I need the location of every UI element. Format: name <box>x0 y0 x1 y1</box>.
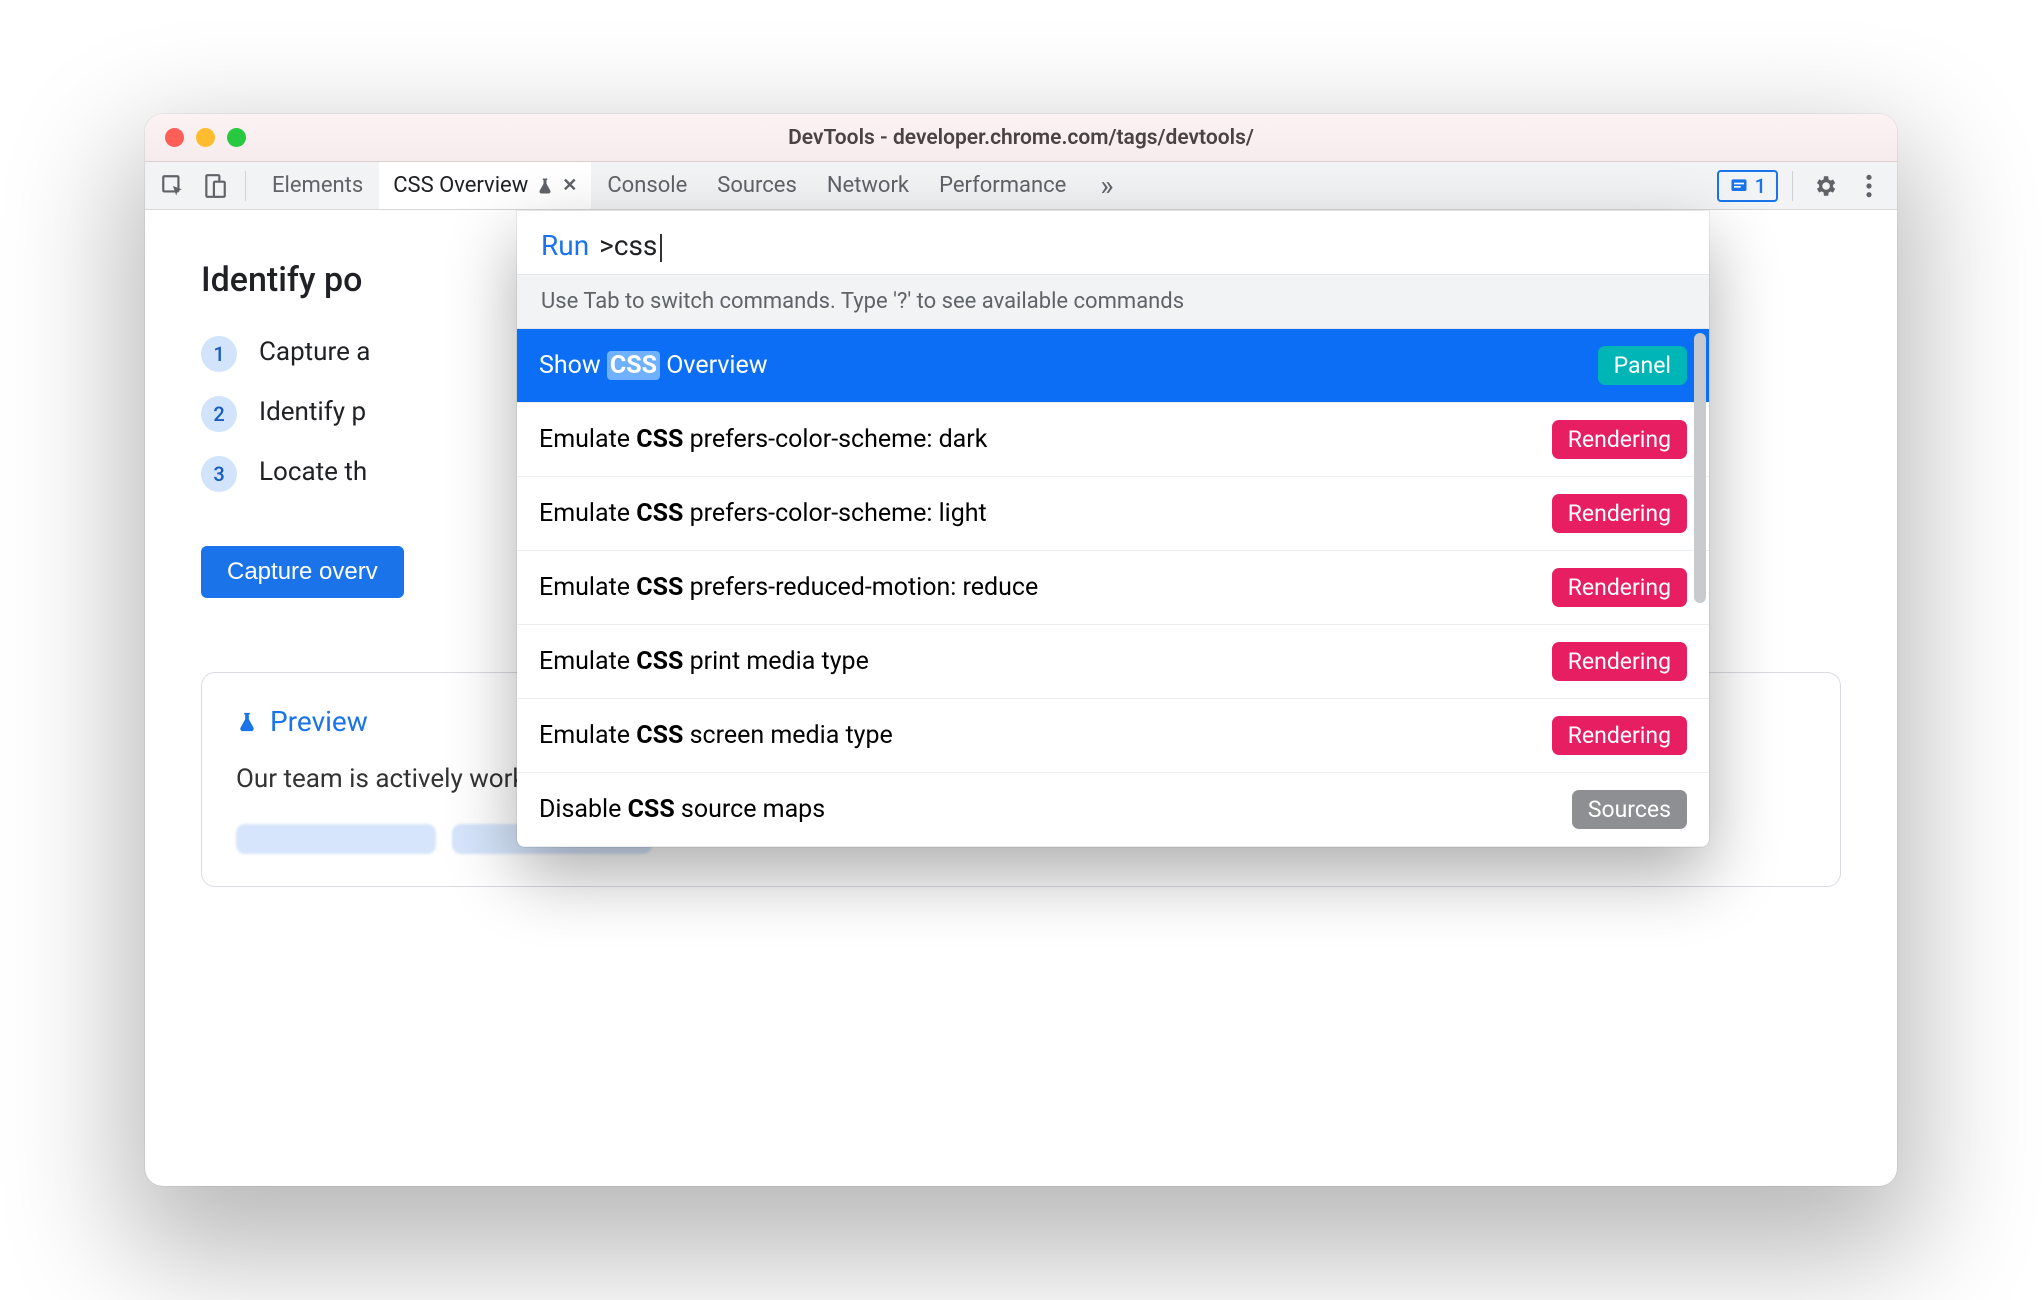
command-result-badge: Rendering <box>1552 716 1687 755</box>
command-result-text: Show CSS Overview <box>539 351 768 380</box>
flask-icon <box>236 709 258 735</box>
command-menu: Run >css Use Tab to switch commands. Typ… <box>517 211 1709 847</box>
tab-css-overview[interactable]: CSS Overview ✕ <box>379 162 591 209</box>
window-fullscreen-button[interactable] <box>227 128 246 147</box>
command-result-badge: Rendering <box>1552 494 1687 533</box>
command-result-badge: Sources <box>1572 790 1687 829</box>
step-number: 3 <box>201 456 237 492</box>
tab-network[interactable]: Network <box>813 162 923 209</box>
command-result-badge: Panel <box>1598 346 1687 385</box>
tab-console[interactable]: Console <box>593 162 701 209</box>
window-close-button[interactable] <box>165 128 184 147</box>
command-results: Show CSS Overview Panel Emulate CSS prefer… <box>517 329 1709 847</box>
step-text: Locate th <box>259 454 367 492</box>
toolbar-separator <box>1792 171 1793 201</box>
command-result-text: Emulate CSS screen media type <box>539 721 893 750</box>
tabs-overflow-button[interactable]: » <box>1086 169 1127 202</box>
command-result-text: Emulate CSS prefers-color-scheme: light <box>539 499 987 528</box>
close-icon[interactable]: ✕ <box>562 175 577 196</box>
tab-performance[interactable]: Performance <box>925 162 1080 209</box>
devtools-window: DevTools - developer.chrome.com/tags/dev… <box>145 114 1897 1186</box>
tab-sources[interactable]: Sources <box>703 162 811 209</box>
command-result-text: Emulate CSS prefers-reduced-motion: redu… <box>539 573 1038 602</box>
capture-overview-button[interactable]: Capture overv <box>201 546 404 598</box>
devtools-toolbar: Elements CSS Overview ✕ Console Sources … <box>145 162 1897 210</box>
settings-icon[interactable] <box>1807 168 1843 204</box>
flask-icon <box>536 176 554 196</box>
run-label: Run <box>541 229 589 262</box>
command-result-badge: Rendering <box>1552 420 1687 459</box>
command-hint: Use Tab to switch commands. Type '?' to … <box>517 274 1709 329</box>
scrollbar-thumb[interactable] <box>1694 333 1706 603</box>
traffic-lights <box>145 128 246 147</box>
command-result-text: Disable CSS source maps <box>539 795 825 824</box>
command-result-row[interactable]: Emulate CSS prefers-color-scheme: light R… <box>517 477 1709 551</box>
issues-button[interactable]: 1 <box>1717 170 1778 202</box>
step-text: Capture a <box>259 334 370 372</box>
tab-label: CSS Overview <box>393 173 528 198</box>
step-number: 1 <box>201 336 237 372</box>
command-result-row[interactable]: Emulate CSS screen media type Rendering <box>517 699 1709 773</box>
command-result-row[interactable]: Disable CSS source maps Sources <box>517 773 1709 847</box>
toolbar-separator <box>245 171 246 201</box>
tab-label: Console <box>607 173 687 198</box>
command-result-badge: Rendering <box>1552 642 1687 681</box>
tab-elements[interactable]: Elements <box>258 162 377 209</box>
command-result-row[interactable]: Show CSS Overview Panel <box>517 329 1709 403</box>
tab-label: Performance <box>939 173 1066 198</box>
issues-icon <box>1729 176 1749 196</box>
more-icon[interactable] <box>1851 168 1887 204</box>
window-minimize-button[interactable] <box>196 128 215 147</box>
tab-label: Sources <box>717 173 797 198</box>
command-result-row[interactable]: Emulate CSS print media type Rendering <box>517 625 1709 699</box>
text-caret <box>660 234 662 262</box>
command-result-row[interactable]: Emulate CSS prefers-reduced-motion: redu… <box>517 551 1709 625</box>
command-result-badge: Rendering <box>1552 568 1687 607</box>
command-query: >css <box>599 229 662 262</box>
command-result-row[interactable]: Emulate CSS prefers-color-scheme: dark Re… <box>517 403 1709 477</box>
tab-label: Network <box>827 173 909 198</box>
inspect-element-icon[interactable] <box>155 168 191 204</box>
issues-count: 1 <box>1755 174 1766 198</box>
step-number: 2 <box>201 396 237 432</box>
window-title: DevTools - developer.chrome.com/tags/dev… <box>145 126 1897 150</box>
command-result-text: Emulate CSS print media type <box>539 647 869 676</box>
tab-label: Elements <box>272 173 363 198</box>
device-toggle-icon[interactable] <box>197 168 233 204</box>
devtools-tabs: Elements CSS Overview ✕ Console Sources … <box>258 162 1080 209</box>
preview-label: Preview <box>270 705 368 738</box>
command-result-text: Emulate CSS prefers-color-scheme: dark <box>539 425 987 454</box>
titlebar: DevTools - developer.chrome.com/tags/dev… <box>145 114 1897 162</box>
command-input-row[interactable]: Run >css <box>517 211 1709 274</box>
